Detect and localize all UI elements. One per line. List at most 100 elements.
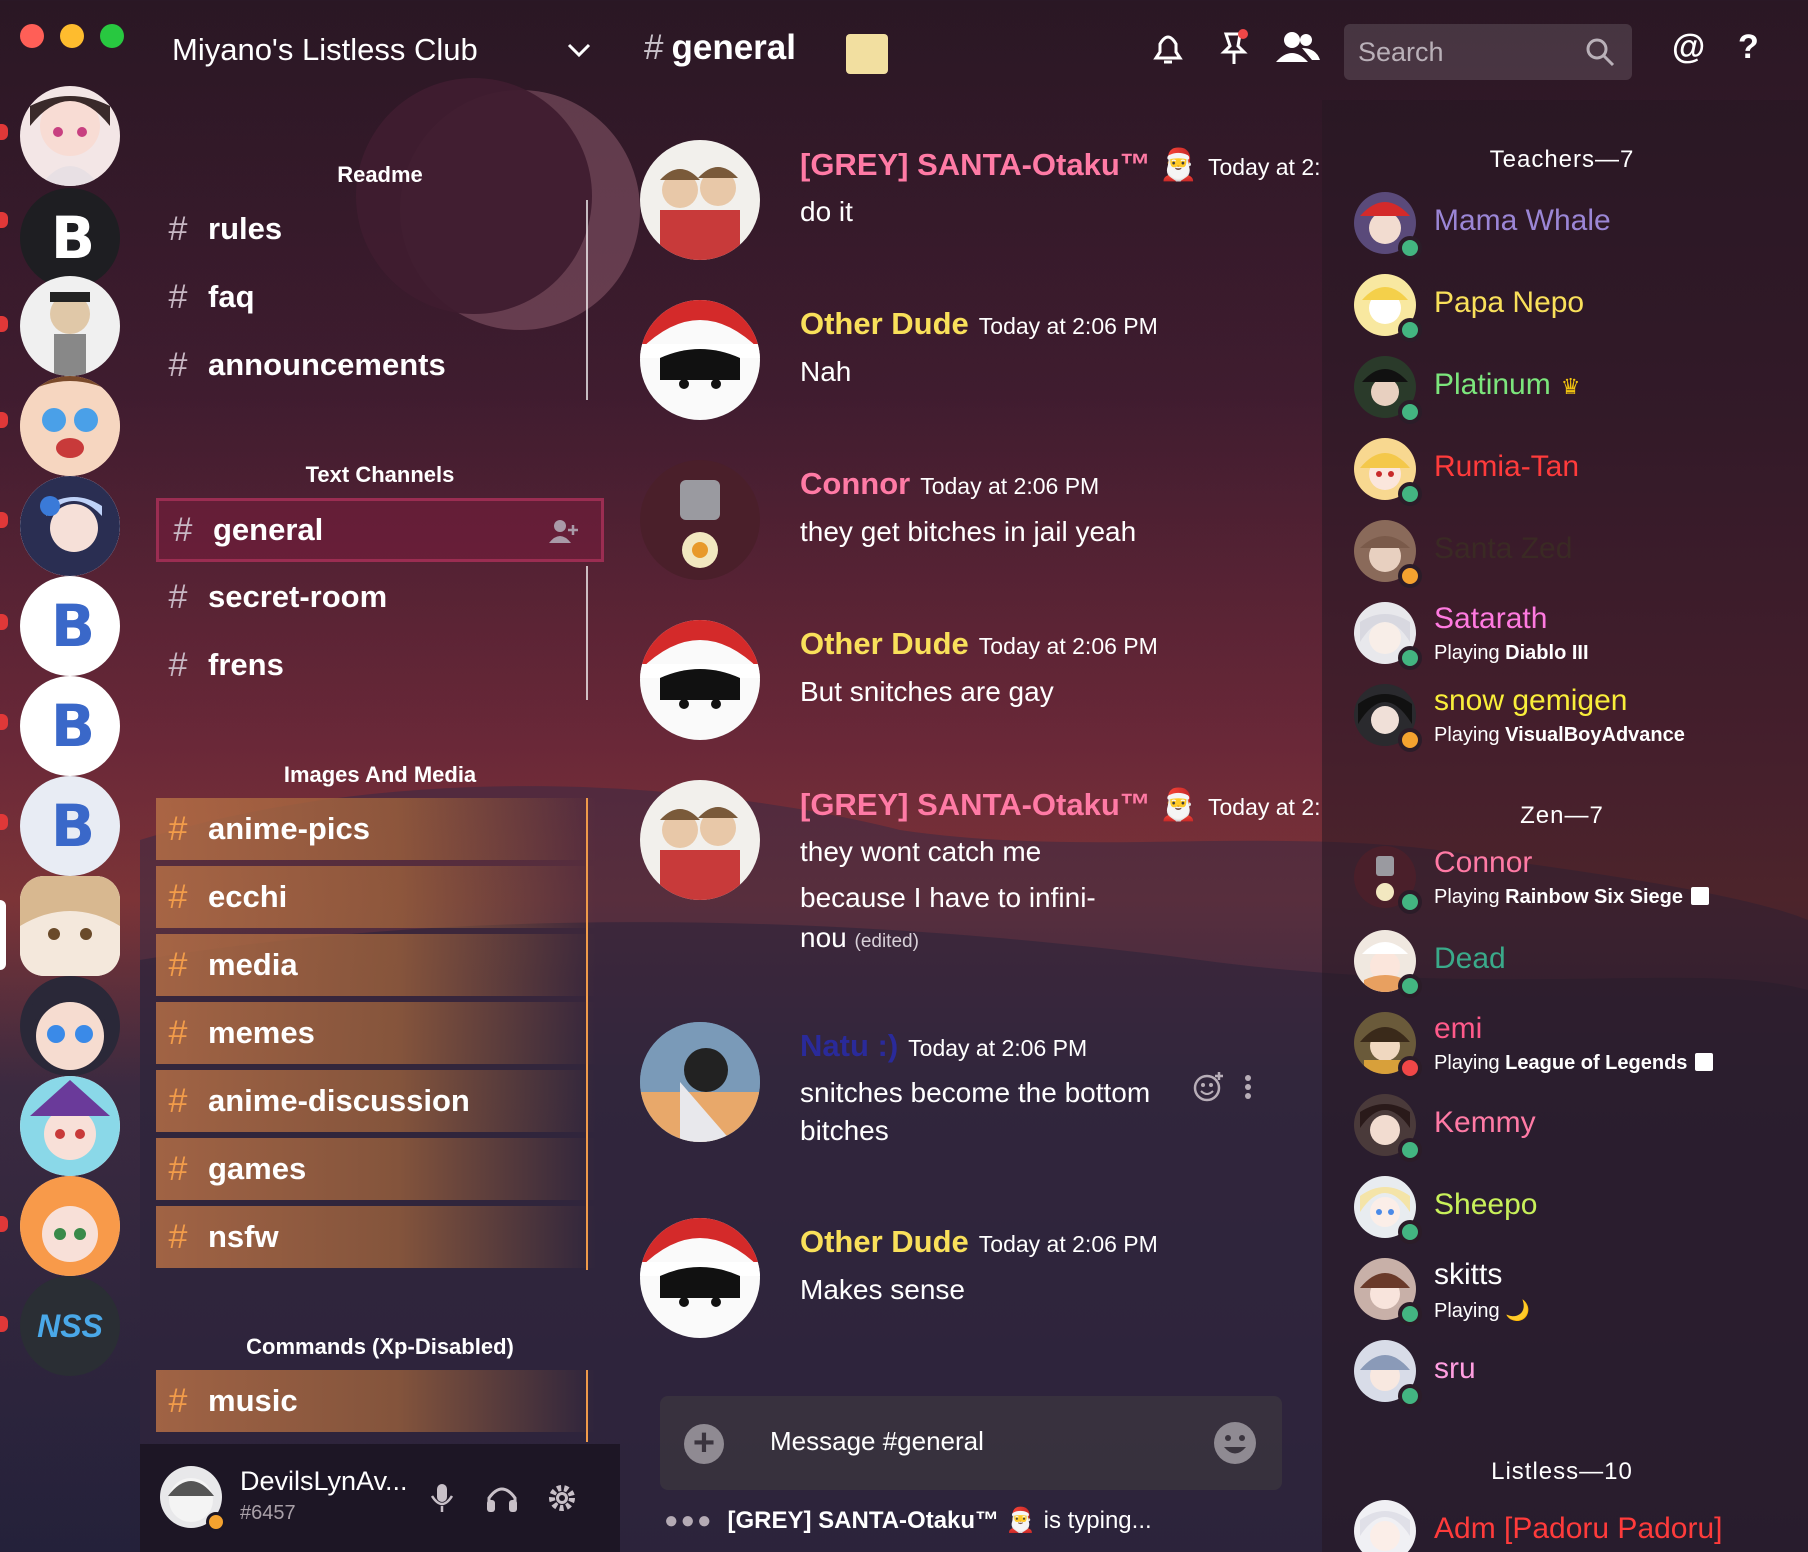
server-b-icon: B xyxy=(50,592,95,660)
server-avatar-4[interactable] xyxy=(20,476,120,576)
channel-nsfw[interactable]: # nsfw xyxy=(156,1206,596,1268)
emoji-picker-icon[interactable] xyxy=(1212,1420,1258,1466)
chevron-down-icon[interactable] xyxy=(566,40,592,60)
status-online-icon xyxy=(1398,890,1422,914)
member-group-listless: Listless—10 xyxy=(1491,1458,1633,1485)
member-santa-zed[interactable]: Santa Zed xyxy=(1354,520,1794,588)
channel-ecchi[interactable]: # ecchi xyxy=(156,866,596,928)
message-author[interactable]: Other Dude xyxy=(800,1224,969,1260)
mentions-icon[interactable]: @ xyxy=(1672,28,1712,68)
member-papa-nepo[interactable]: Papa Nepo xyxy=(1354,274,1794,342)
message-author[interactable]: Other Dude xyxy=(800,306,969,342)
server-b-3[interactable]: B xyxy=(20,676,120,776)
channel-announcements[interactable]: # announcements xyxy=(160,334,600,396)
status-online-icon xyxy=(1398,318,1422,342)
category-text-channels[interactable]: Text Channels xyxy=(150,462,610,488)
server-b-1[interactable]: B xyxy=(20,188,120,288)
channel-label: general xyxy=(213,512,324,547)
message-avatar[interactable] xyxy=(640,300,760,420)
server-avatar-5-selected[interactable] xyxy=(20,876,120,976)
channel-anime-discussion[interactable]: # anime-discussion xyxy=(156,1070,596,1132)
message-avatar[interactable] xyxy=(640,140,760,260)
more-options-icon[interactable] xyxy=(1242,1070,1254,1104)
maximize-window-button[interactable] xyxy=(100,24,124,48)
guild-name[interactable]: Miyano's Listless Club xyxy=(172,32,478,68)
server-b-2[interactable]: B xyxy=(20,576,120,676)
status-online-icon xyxy=(1398,482,1422,506)
message-author[interactable]: Other Dude xyxy=(800,626,969,662)
server-nss[interactable]: NSS xyxy=(20,1276,120,1376)
member-kemmy[interactable]: Kemmy xyxy=(1354,1094,1794,1162)
close-window-button[interactable] xyxy=(20,24,44,48)
member-sru[interactable]: sru xyxy=(1354,1340,1794,1408)
minimize-window-button[interactable] xyxy=(60,24,84,48)
channel-music[interactable]: # music xyxy=(156,1370,596,1432)
hash-icon: # xyxy=(168,945,188,984)
settings-gear-icon[interactable] xyxy=(544,1480,580,1516)
member-adm-padoru[interactable]: Adm [Padoru Padoru] xyxy=(1354,1500,1794,1552)
channel-label: frens xyxy=(208,647,284,682)
channel-games[interactable]: # games xyxy=(156,1138,596,1200)
member-connor[interactable]: Connor Playing Rainbow Six Siege xyxy=(1354,846,1794,914)
message-line: Makes sense xyxy=(800,1274,965,1305)
message-7: Other Dude Today at 2:06 PM Makes sense xyxy=(640,1218,1320,1348)
category-readme[interactable]: Readme xyxy=(150,162,610,188)
user-name: DevilsLynAv... xyxy=(240,1466,408,1496)
server-avatar-6[interactable] xyxy=(20,976,120,1076)
channel-rules[interactable]: # rules xyxy=(160,198,600,260)
message-author[interactable]: [GREY] SANTA-Otaku™ 🎅 xyxy=(800,146,1198,183)
message-author[interactable]: Connor xyxy=(800,466,910,502)
member-emi[interactable]: emi Playing League of Legends xyxy=(1354,1012,1794,1080)
server-avatar-3[interactable] xyxy=(20,376,120,476)
server-avatar-8[interactable] xyxy=(20,1176,120,1276)
upload-plus-icon[interactable]: + xyxy=(684,1424,724,1464)
channel-secret-room[interactable]: # secret-room xyxy=(160,566,600,628)
server-avatar-1[interactable] xyxy=(20,86,120,186)
channel-faq[interactable]: # faq xyxy=(160,266,600,328)
help-icon[interactable]: ? xyxy=(1738,28,1778,68)
server-b-4[interactable]: B xyxy=(20,776,120,876)
message-author[interactable]: Natu :) xyxy=(800,1028,898,1064)
message-avatar[interactable] xyxy=(640,620,760,740)
hash-icon: # xyxy=(168,809,188,848)
invite-member-icon[interactable] xyxy=(549,517,579,545)
member-rumia-tan[interactable]: Rumia-Tan xyxy=(1354,438,1794,506)
message-line: But snitches are gay xyxy=(800,676,1054,707)
message-meta: Natu :) Today at 2:06 PM xyxy=(800,1028,1087,1064)
search-input[interactable]: Search xyxy=(1344,24,1632,80)
notification-bell-icon[interactable] xyxy=(1148,28,1188,68)
member-platinum[interactable]: Platinum ♛ xyxy=(1354,356,1794,424)
channel-frens[interactable]: # frens xyxy=(160,634,600,696)
channel-general-selected[interactable]: # general xyxy=(156,498,604,562)
member-name: Adm [Padoru Padoru] xyxy=(1434,1512,1723,1545)
message-avatar[interactable] xyxy=(640,780,760,900)
member-sheepo[interactable]: Sheepo xyxy=(1354,1176,1794,1244)
message-avatar[interactable] xyxy=(640,1022,760,1142)
channel-memes[interactable]: # memes xyxy=(156,1002,596,1064)
message-avatar[interactable] xyxy=(640,460,760,580)
message-avatar[interactable] xyxy=(640,1218,760,1338)
member-activity: Playing 🌙 xyxy=(1434,1298,1530,1323)
member-mama-whale[interactable]: Mama Whale xyxy=(1354,192,1794,260)
member-dead[interactable]: Dead xyxy=(1354,930,1794,998)
channel-media[interactable]: # media xyxy=(156,934,596,996)
microphone-icon[interactable] xyxy=(424,1480,460,1516)
message-author[interactable]: [GREY] SANTA-Otaku™ 🎅 xyxy=(800,786,1198,823)
hash-icon: # xyxy=(173,510,193,549)
category-images-and-media[interactable]: Images And Media xyxy=(150,762,610,788)
member-name: Dead xyxy=(1434,942,1506,975)
category-commands[interactable]: Commands (Xp-Disabled) xyxy=(150,1334,610,1360)
headphones-icon[interactable] xyxy=(484,1480,520,1516)
pinned-messages-icon[interactable] xyxy=(1214,28,1254,68)
member-snow-gemigen[interactable]: snow gemigen Playing VisualBoyAdvance xyxy=(1354,684,1794,752)
avatar-icon xyxy=(1360,1511,1410,1551)
member-satarath[interactable]: Satarath Playing Diablo III xyxy=(1354,602,1794,670)
member-list-icon[interactable] xyxy=(1272,28,1322,68)
server-avatar-2[interactable] xyxy=(20,276,120,376)
server-avatar-7[interactable] xyxy=(20,1076,120,1176)
add-reaction-icon[interactable] xyxy=(1192,1070,1226,1104)
channel-anime-pics[interactable]: # anime-pics xyxy=(156,798,596,860)
activity-prefix: Playing xyxy=(1434,724,1500,746)
message-composer[interactable]: + Message #general xyxy=(660,1396,1282,1490)
member-skitts[interactable]: skitts Playing 🌙 xyxy=(1354,1258,1794,1326)
